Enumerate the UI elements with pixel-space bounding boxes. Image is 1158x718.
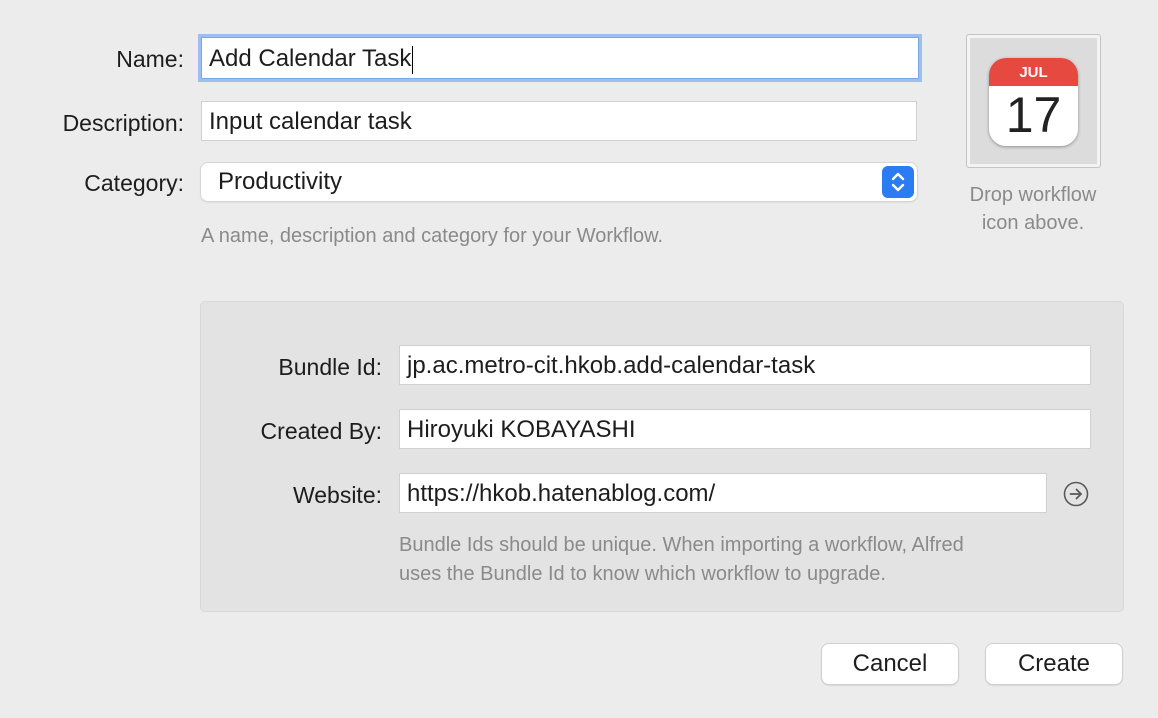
description-label: Description: (62, 110, 184, 136)
drop-icon-hint-line1: Drop workflow (969, 184, 1097, 206)
drop-icon-hint: Drop workflow icon above. (940, 181, 1126, 237)
open-website-icon[interactable] (1063, 481, 1089, 507)
calendar-day: 17 (1005, 87, 1062, 143)
bundle-helper-line1: Bundle Ids should be unique. When import… (399, 534, 964, 556)
drop-icon-hint-line2: icon above. (981, 212, 1085, 234)
calendar-month: JUL (989, 58, 1078, 86)
select-stepper-icon[interactable] (882, 166, 914, 198)
name-label: Name: (116, 46, 184, 72)
category-select-value: Productivity (218, 168, 343, 195)
created-by-input[interactable]: Hiroyuki KOBAYASHI (399, 409, 1091, 449)
calendar-icon: JUL 17 (989, 58, 1078, 146)
bundle-helper-line2: uses the Bundle Id to know which workflo… (399, 563, 886, 585)
created-by-label: Created By: (260, 418, 382, 444)
cancel-button[interactable]: Cancel (822, 644, 958, 684)
workflow-icon-well[interactable]: JUL 17 (966, 34, 1101, 168)
category-label: Category: (84, 170, 184, 196)
name-input-value: Add Calendar Task (209, 45, 412, 72)
category-select[interactable]: Productivity (201, 163, 917, 201)
text-caret (412, 45, 414, 74)
form-helper-text: A name, description and category for you… (201, 225, 664, 247)
bundle-id-input[interactable]: jp.ac.metro-cit.hkob.add-calendar-task (399, 345, 1091, 385)
name-input[interactable]: Add Calendar Task (201, 37, 919, 79)
website-input[interactable]: https://hkob.hatenablog.com/ (399, 473, 1047, 513)
bundle-helper-text: Bundle Ids should be unique. When import… (399, 531, 964, 589)
bundle-id-label: Bundle Id: (278, 354, 382, 380)
description-input[interactable]: Input calendar task (201, 101, 917, 141)
create-button[interactable]: Create (986, 644, 1122, 684)
website-label: Website: (292, 482, 382, 508)
